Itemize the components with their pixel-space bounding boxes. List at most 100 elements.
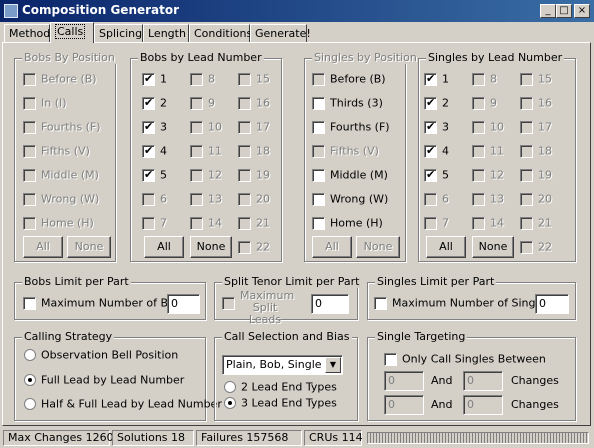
bobs-lead-22[interactable]: 22 [238, 240, 270, 254]
checkbox[interactable] [238, 192, 251, 206]
bobs-pos-in[interactable]: In (I) [23, 96, 67, 110]
bobs-lead-15[interactable]: 15 [238, 72, 270, 86]
bobs-pos-fourths[interactable]: Fourths (F) [23, 120, 101, 134]
checkbox[interactable] [312, 192, 325, 206]
checkbox[interactable] [312, 120, 325, 134]
checkbox[interactable] [190, 96, 203, 110]
singles-lead-17[interactable]: 17 [520, 120, 552, 134]
singles-lead-10[interactable]: 10 [472, 120, 504, 134]
singles-lead-2[interactable]: 2 [424, 96, 449, 110]
checkbox[interactable] [312, 168, 325, 182]
bobs-pos-wrong[interactable]: Wrong (W) [23, 192, 99, 206]
lead-end-2-radio[interactable]: 2 Lead End Types [224, 380, 337, 394]
lead-end-3-radio[interactable]: 3 Lead End Types [224, 396, 337, 410]
checkbox[interactable] [424, 120, 437, 134]
checkbox[interactable] [238, 120, 251, 134]
checkbox[interactable] [238, 216, 251, 230]
checkbox[interactable] [190, 72, 203, 86]
singles-lead-1[interactable]: 1 [424, 72, 449, 86]
checkbox[interactable] [472, 96, 485, 110]
bobs-pos-before[interactable]: Before (B) [23, 72, 97, 86]
bobs-pos-fifths[interactable]: Fifths (V) [23, 144, 90, 158]
checkbox[interactable] [190, 120, 203, 134]
bobs-lead-9[interactable]: 9 [190, 96, 215, 110]
checkbox[interactable] [23, 96, 36, 110]
bobs-lead-18[interactable]: 18 [238, 144, 270, 158]
singles-lead-16[interactable]: 16 [520, 96, 552, 110]
radio[interactable] [224, 381, 236, 393]
bobs-lead-16[interactable]: 16 [238, 96, 270, 110]
checkbox[interactable] [23, 168, 36, 182]
checkbox[interactable] [312, 144, 325, 158]
checkbox[interactable] [374, 296, 387, 310]
bobs-lead-all-button[interactable]: All [144, 236, 184, 258]
bobs-lead-8[interactable]: 8 [190, 72, 215, 86]
bobs-pos-all-button[interactable]: All [23, 236, 63, 258]
target-row2-from-input[interactable]: 0 [384, 395, 424, 415]
target-row1-from-input[interactable]: 0 [384, 371, 424, 391]
checkbox[interactable] [23, 296, 36, 310]
chevron-down-icon[interactable]: ▼ [325, 357, 341, 373]
bobs-limit-input[interactable]: 0 [167, 294, 200, 314]
target-row1-to-input[interactable]: 0 [463, 371, 503, 391]
checkbox[interactable] [23, 144, 36, 158]
bobs-lead-10[interactable]: 10 [190, 120, 222, 134]
tab-method[interactable]: Method [4, 24, 50, 42]
singles-lead-5[interactable]: 5 [424, 168, 449, 182]
checkbox[interactable] [424, 96, 437, 110]
singles-pos-wrong[interactable]: Wrong (W) [312, 192, 388, 206]
checkbox[interactable] [520, 192, 533, 206]
checkbox[interactable] [472, 144, 485, 158]
checkbox[interactable] [23, 192, 36, 206]
strategy-full-lead-radio[interactable]: Full Lead by Lead Number [24, 373, 184, 387]
singles-lead-8[interactable]: 8 [472, 72, 497, 86]
singles-pos-all-button[interactable]: All [312, 236, 352, 258]
bobs-lead-5[interactable]: 5 [142, 168, 167, 182]
checkbox[interactable] [312, 216, 325, 230]
bobs-lead-1[interactable]: 1 [142, 72, 167, 86]
checkbox[interactable] [23, 72, 36, 86]
checkbox[interactable] [142, 96, 155, 110]
bobs-lead-3[interactable]: 3 [142, 120, 167, 134]
checkbox[interactable] [142, 168, 155, 182]
target-row2-to-input[interactable]: 0 [463, 395, 503, 415]
split-tenor-checkbox-row[interactable] [222, 296, 240, 310]
checkbox[interactable] [142, 72, 155, 86]
checkbox[interactable] [190, 144, 203, 158]
bobs-lead-6[interactable]: 6 [142, 192, 167, 206]
checkbox[interactable] [142, 144, 155, 158]
radio[interactable] [24, 398, 36, 410]
bobs-pos-middle[interactable]: Middle (M) [23, 168, 99, 182]
bobs-pos-none-button[interactable]: None [67, 236, 111, 258]
radio[interactable] [24, 374, 36, 386]
checkbox[interactable] [472, 120, 485, 134]
checkbox[interactable] [142, 192, 155, 206]
singles-lead-20[interactable]: 20 [520, 192, 552, 206]
checkbox[interactable] [190, 192, 203, 206]
tab-generate[interactable]: Generate! [250, 24, 311, 42]
checkbox[interactable] [238, 72, 251, 86]
bobs-pos-home[interactable]: Home (H) [23, 216, 94, 230]
checkbox[interactable] [424, 216, 437, 230]
singles-lead-3[interactable]: 3 [424, 120, 449, 134]
singles-pos-none-button[interactable]: None [356, 236, 400, 258]
tab-calls[interactable]: Calls [50, 22, 94, 43]
bobs-lead-14[interactable]: 14 [190, 216, 222, 230]
checkbox[interactable] [190, 168, 203, 182]
singles-lead-12[interactable]: 12 [472, 168, 504, 182]
singles-lead-4[interactable]: 4 [424, 144, 449, 158]
bobs-lead-4[interactable]: 4 [142, 144, 167, 158]
checkbox[interactable] [23, 120, 36, 134]
singles-lead-15[interactable]: 15 [520, 72, 552, 86]
singles-pos-home[interactable]: Home (H) [312, 216, 383, 230]
singles-pos-thirds[interactable]: Thirds (3) [312, 96, 383, 110]
singles-lead-7[interactable]: 7 [424, 216, 449, 230]
bobs-lead-12[interactable]: 12 [190, 168, 222, 182]
bobs-lead-17[interactable]: 17 [238, 120, 270, 134]
tab-length[interactable]: Length [143, 24, 189, 42]
split-tenor-input[interactable]: 0 [311, 294, 349, 314]
checkbox[interactable] [238, 144, 251, 158]
radio[interactable] [24, 349, 36, 361]
checkbox[interactable] [472, 216, 485, 230]
maximize-button[interactable]: □ [556, 4, 572, 18]
